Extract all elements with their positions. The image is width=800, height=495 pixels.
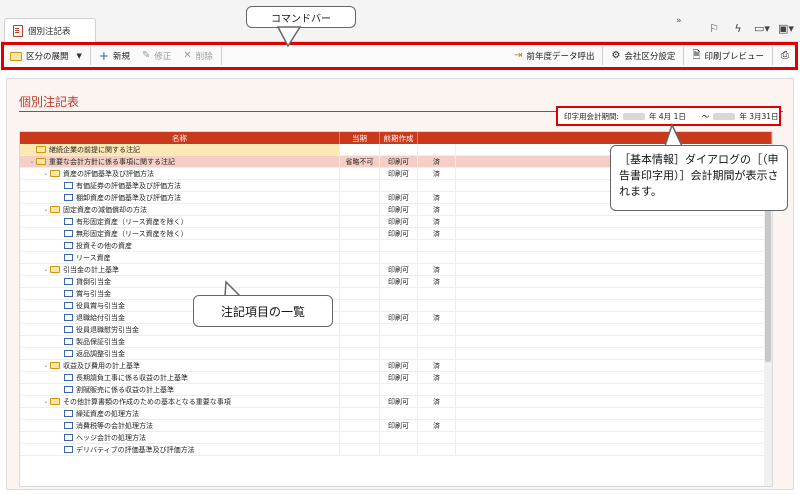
callout-list-text: 注記項目の一覧 [220, 304, 305, 319]
callout-list: 注記項目の一覧 [193, 295, 333, 327]
callout-pointers [224, 26, 684, 297]
callout-period-text: ［基本情報］ダイアログの［（申告書印字用）］会計期間が表示されます。 [619, 153, 779, 198]
callout-period: ［基本情報］ダイアログの［（申告書印字用）］会計期間が表示されます。 [610, 145, 788, 211]
